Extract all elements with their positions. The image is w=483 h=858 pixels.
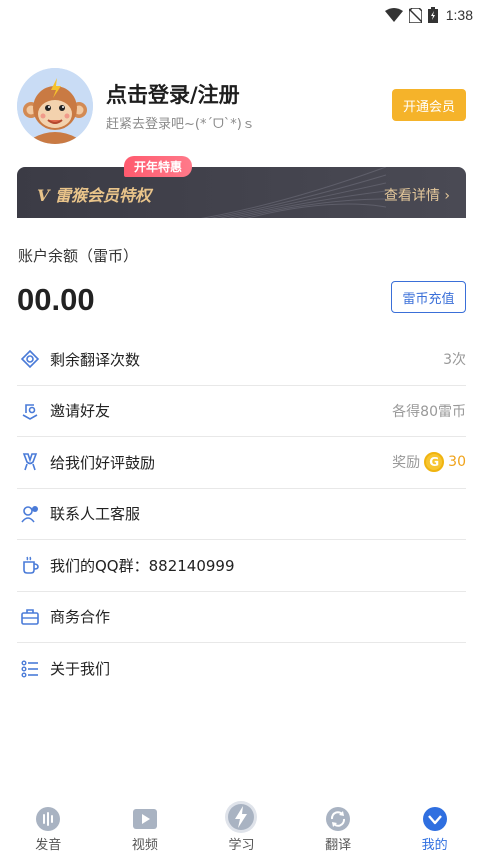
- status-bar: 1:38: [0, 0, 483, 30]
- invite-reward-value: 各得80雷币: [392, 403, 466, 420]
- vip-detail-link[interactable]: 查看详情 ›: [384, 185, 450, 205]
- no-sim-icon: [408, 7, 422, 23]
- banner-stripes-decoration: [186, 167, 386, 221]
- recharge-button[interactable]: 雷币充值: [391, 281, 466, 313]
- tab-mine[interactable]: 我的: [405, 806, 465, 853]
- tab-label: 学习: [228, 838, 255, 853]
- tab-label: 发音: [35, 838, 62, 853]
- menu-item-label: 剩余翻译次数: [50, 350, 141, 369]
- tab-label: 翻译: [325, 838, 352, 853]
- business-icon: [19, 606, 41, 628]
- settings-menu: 剩余翻译次数 3次 邀请好友 各得80雷币 给我们好评鼓励 奖励 G 30 联系…: [17, 334, 466, 695]
- menu-item-business[interactable]: 商务合作: [17, 592, 466, 643]
- tab-label: 我的: [421, 838, 448, 853]
- translate-count-value: 3次: [443, 352, 466, 369]
- tab-learn[interactable]: 学习: [211, 800, 271, 853]
- menu-item-label: 商务合作: [50, 608, 111, 627]
- review-reward-amount: 30: [448, 454, 466, 471]
- menu-item-qq-group[interactable]: 我们的QQ群：882140999: [17, 540, 466, 592]
- pronounce-icon: [35, 806, 61, 832]
- menu-item-label: 给我们好评鼓励: [50, 453, 156, 472]
- menu-item-value: 奖励 G 30: [392, 452, 466, 473]
- balance-value: 00.00: [17, 282, 95, 317]
- tab-label: 视频: [131, 838, 158, 853]
- menu-item-value: 3次: [443, 349, 466, 369]
- profile-header[interactable]: 点击登录/注册 赶紧去登录吧~(*ˊᗜˋ*)ｓ 开通会员: [17, 66, 466, 146]
- menu-item-review[interactable]: 给我们好评鼓励 奖励 G 30: [17, 437, 466, 489]
- menu-item-about[interactable]: 关于我们: [17, 643, 466, 695]
- tab-video[interactable]: 视频: [115, 806, 175, 853]
- vip-banner[interactable]: V 雷猴会员特权 查看详情 ›: [17, 167, 466, 221]
- translate-icon: [325, 806, 351, 832]
- customer-service-icon: [19, 503, 41, 525]
- invite-icon: [19, 400, 41, 422]
- account-card: 账户余额（雷币） 00.00 雷币充值 剩余翻译次数 3次 邀请好友 各得80雷…: [0, 218, 483, 803]
- review-icon: [19, 451, 41, 473]
- status-time: 1:38: [445, 7, 473, 23]
- coin-icon: G: [424, 452, 445, 473]
- tab-pronounce[interactable]: 发音: [18, 806, 78, 853]
- review-reward-label: 奖励: [392, 455, 421, 472]
- mine-icon: [422, 806, 448, 832]
- video-icon: [132, 806, 158, 832]
- menu-item-translate-count[interactable]: 剩余翻译次数 3次: [17, 334, 466, 386]
- menu-item-label: 关于我们: [50, 660, 111, 679]
- tab-translate[interactable]: 翻译: [308, 806, 368, 853]
- about-icon: [19, 658, 41, 680]
- menu-item-customer-service[interactable]: 联系人工客服: [17, 489, 466, 540]
- translate-count-icon: [19, 348, 41, 370]
- open-vip-button[interactable]: 开通会员: [392, 89, 466, 121]
- menu-item-label: 邀请好友: [50, 402, 111, 421]
- avatar[interactable]: [17, 68, 93, 144]
- bottom-tab-bar: 发音 视频 学习 翻译 我的: [0, 800, 483, 858]
- battery-charging-icon: [427, 7, 438, 23]
- balance-label: 账户余额（雷币）: [18, 247, 139, 265]
- wifi-icon: [384, 8, 403, 22]
- menu-item-invite-friends[interactable]: 邀请好友 各得80雷币: [17, 386, 466, 437]
- qq-group-icon: [19, 554, 41, 576]
- menu-item-label: 联系人工客服: [50, 505, 141, 524]
- menu-item-label: 我们的QQ群：882140999: [50, 556, 235, 575]
- vip-banner-title: V 雷猴会员特权: [37, 186, 151, 205]
- monkey-avatar-icon: [17, 68, 93, 144]
- promo-tag: 开年特惠: [124, 156, 193, 177]
- learn-icon: [224, 800, 258, 834]
- menu-item-value: 各得80雷币: [392, 401, 466, 421]
